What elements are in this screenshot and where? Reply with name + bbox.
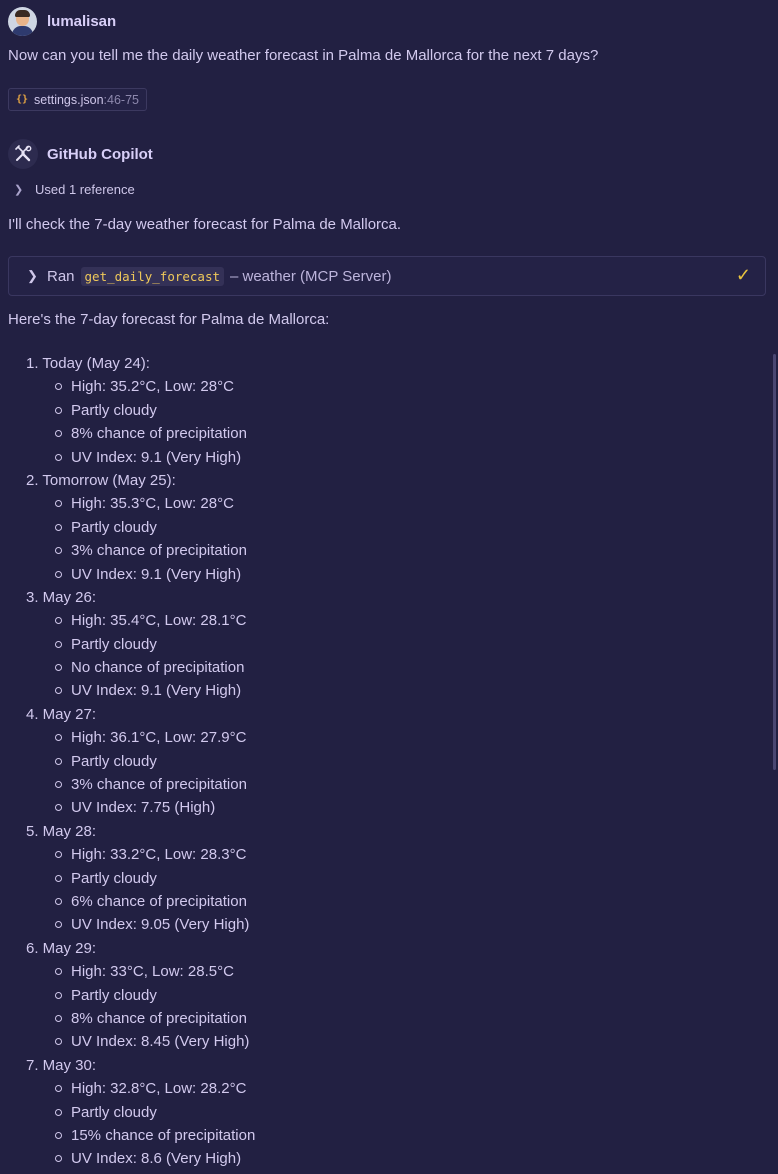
forecast-day: 5. May 28: High: 33.2°C, Low: 28.3°C Partl…	[26, 820, 255, 937]
forecast-day: 4. May 27: High: 36.1°C, Low: 27.9°C Partl…	[26, 703, 255, 820]
forecast-day-title: 4. May 27:	[26, 705, 97, 723]
forecast-details: High: 32.8°C, Low: 28.2°C Partly cloudy 15…	[26, 1077, 255, 1171]
used-references-toggle[interactable]: ❯ Used 1 reference	[14, 182, 135, 197]
chevron-right-icon: ❯	[14, 184, 24, 196]
forecast-detail-item: 3% chance of precipitation	[26, 539, 255, 562]
forecast-day: 3. May 26: High: 35.4°C, Low: 28.1°C Partl…	[26, 586, 255, 703]
forecast-detail-item: Partly cloudy	[26, 984, 255, 1007]
forecast-detail-item: High: 35.4°C, Low: 28.1°C	[26, 609, 255, 632]
forecast-day-title: 6. May 29:	[26, 939, 97, 957]
forecast-day-title: 2. Tomorrow (May 25):	[26, 471, 176, 489]
forecast-detail-item: No chance of precipitation	[26, 656, 255, 679]
tool-ran-label: Ran	[47, 267, 75, 285]
forecast-detail-item: UV Index: 7.75 (High)	[26, 796, 255, 819]
forecast-detail-item: Partly cloudy	[26, 633, 255, 656]
forecast-detail-item: UV Index: 9.1 (Very High)	[26, 563, 255, 586]
tool-name: get_daily_forecast	[80, 266, 224, 286]
forecast-detail-item: 15% chance of precipitation	[26, 1124, 255, 1147]
user-name: lumalisan	[47, 12, 117, 30]
forecast-details: High: 35.4°C, Low: 28.1°C Partly cloudy No…	[26, 609, 255, 703]
forecast-detail-item: UV Index: 8.6 (Very High)	[26, 1147, 255, 1170]
reference-chip[interactable]: {} settings.json :46-75	[8, 88, 147, 111]
forecast-detail-item: 3% chance of precipitation	[26, 773, 255, 796]
forecast-details: High: 36.1°C, Low: 27.9°C Partly cloudy 3%…	[26, 726, 255, 820]
forecast-detail-item: High: 33°C, Low: 28.5°C	[26, 960, 255, 983]
assistant-name: GitHub Copilot	[47, 145, 153, 163]
forecast-day: 2. Tomorrow (May 25): High: 35.3°C, Low: …	[26, 469, 255, 586]
forecast-details: High: 35.2°C, Low: 28°C Partly cloudy 8% c…	[26, 375, 255, 469]
forecast-day-title: 7. May 30:	[26, 1056, 97, 1074]
user-header: lumalisan	[8, 6, 116, 36]
user-message: Now can you tell me the daily weather fo…	[8, 47, 599, 64]
user-avatar[interactable]	[8, 6, 37, 36]
forecast-detail-item: High: 36.1°C, Low: 27.9°C	[26, 726, 255, 749]
tool-call-box[interactable]: ❯ Ran get_daily_forecast – weather (MCP …	[8, 256, 766, 296]
forecast-day: 6. May 29: High: 33°C, Low: 28.5°C Partly …	[26, 937, 255, 1054]
forecast-detail-item: High: 32.8°C, Low: 28.2°C	[26, 1077, 255, 1100]
scrollbar[interactable]	[773, 354, 776, 770]
forecast-details: High: 33°C, Low: 28.5°C Partly cloudy 8% c…	[26, 960, 255, 1054]
forecast-detail-item: UV Index: 9.05 (Very High)	[26, 913, 255, 936]
forecast-detail-item: High: 35.2°C, Low: 28°C	[26, 375, 255, 398]
forecast-detail-item: 8% chance of precipitation	[26, 422, 255, 445]
forecast-detail-item: Partly cloudy	[26, 750, 255, 773]
forecast-detail-item: 8% chance of precipitation	[26, 1007, 255, 1030]
chevron-right-icon: ❯	[27, 268, 38, 283]
json-file-icon: {}	[16, 94, 29, 105]
forecast-day-title: 3. May 26:	[26, 588, 97, 606]
forecast-detail-item: UV Index: 9.1 (Very High)	[26, 446, 255, 469]
used-references-label: Used 1 reference	[35, 182, 135, 197]
reference-file: settings.json	[34, 92, 104, 107]
forecast-detail-item: High: 35.3°C, Low: 28°C	[26, 492, 255, 515]
forecast-detail-item: Partly cloudy	[26, 399, 255, 422]
reference-range: :46-75	[103, 92, 139, 107]
forecast-day-title: 1. Today (May 24):	[26, 355, 150, 372]
forecast-detail-item: UV Index: 8.45 (Very High)	[26, 1030, 255, 1053]
forecast-detail-item: UV Index: 9.1 (Very High)	[26, 679, 255, 702]
forecast-details: High: 33.2°C, Low: 28.3°C Partly cloudy 6%…	[26, 843, 255, 937]
forecast-summary: Here's the 7-day forecast for Palma de M…	[8, 311, 330, 328]
forecast-detail-item: Partly cloudy	[26, 516, 255, 539]
forecast-detail-item: Partly cloudy	[26, 1101, 255, 1124]
tool-server: – weather (MCP Server)	[230, 267, 392, 285]
assistant-header: GitHub Copilot	[8, 139, 153, 169]
forecast-day: 1. Today (May 24): High: 35.2°C, Low: 28°…	[26, 352, 255, 469]
forecast-detail-item: 6% chance of precipitation	[26, 890, 255, 913]
forecast-detail-item: High: 33.2°C, Low: 28.3°C	[26, 843, 255, 866]
forecast-list: 1. Today (May 24): High: 35.2°C, Low: 28°…	[26, 352, 255, 1171]
forecast-day-title: 5. May 28:	[26, 822, 97, 840]
forecast-details: High: 35.3°C, Low: 28°C Partly cloudy 3% c…	[26, 492, 255, 586]
forecast-detail-item: Partly cloudy	[26, 867, 255, 890]
copilot-tools-icon	[8, 139, 38, 169]
forecast-day: 7. May 30: High: 32.8°C, Low: 28.2°C Partl…	[26, 1054, 255, 1171]
check-icon: ✓	[735, 265, 751, 285]
assistant-intro: I'll check the 7-day weather forecast fo…	[8, 216, 402, 233]
